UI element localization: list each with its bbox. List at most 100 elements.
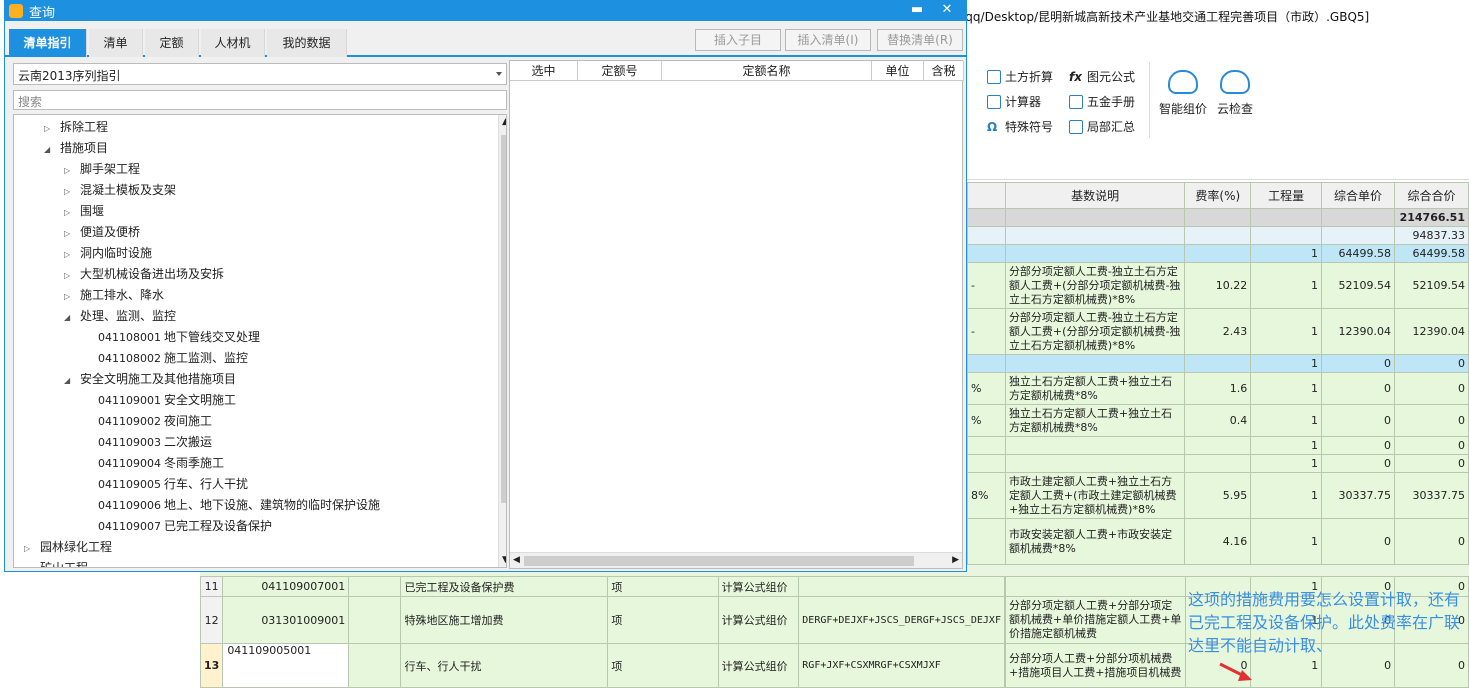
grid-cell-unit[interactable]: 0 [1321,354,1395,373]
grid-cell-desc[interactable]: 分部分项定额人工费-独立土石方定额人工费+(分部分项定额机械费-独立土石方定额机… [1004,308,1186,355]
grid-cell-desc[interactable] [1004,244,1186,263]
tree-node[interactable]: ◢ 安全文明施工及其他措施项目 [64,369,236,389]
grid-cell-desc[interactable] [1004,354,1186,373]
grid-cell-unit[interactable]: 0 [1321,454,1395,473]
expand-triangle-icon[interactable]: ▷ [64,203,74,223]
grid-cell-unit[interactable]: 0 [1321,436,1395,455]
grid-cell-rate[interactable]: 4.16 [1184,518,1252,565]
grid-row[interactable]: 100 [967,454,1469,473]
grid-cell-unit[interactable]: 0 [1321,518,1395,565]
grid-cell-desc[interactable]: 市政安装定额人工费+市政安装定额机械费*8% [1004,518,1186,565]
smart-pricing-button[interactable]: 智能组价 [1155,70,1211,117]
grid-row[interactable]: 100 [967,354,1469,373]
quota-horizontal-scrollbar[interactable]: ◀ ▶ [510,552,962,568]
grid-cell-desc[interactable] [1004,454,1186,473]
grid-cell-method[interactable]: 计算公式组价 [717,576,800,597]
ribbon-formula-button[interactable]: fx 图元公式 [1069,68,1135,85]
grid-cell-total[interactable]: 0 [1393,354,1469,373]
grid-cell-qty[interactable]: 1 [1250,262,1323,309]
grid-cell-qty[interactable] [1250,208,1323,227]
expand-triangle-icon[interactable]: ▷ [64,266,74,286]
cloud-check-button[interactable]: 云检查 [1207,70,1263,117]
tab-list[interactable]: 清单 [89,29,143,57]
ribbon-handbook-button[interactable]: 五金手册 [1069,93,1135,110]
grid-cell-rate[interactable] [1184,436,1252,455]
tree-node[interactable]: 041109001 安全文明施工 [98,390,236,410]
grid-cell-desc[interactable] [1004,436,1186,455]
collapse-triangle-icon[interactable]: ◢ [64,371,74,391]
grid-cell-total[interactable]: 214766.51 [1393,208,1469,227]
grid-cell-total[interactable]: 0 [1393,454,1469,473]
grid-cell-rate[interactable] [1184,226,1252,245]
grid-cell-name[interactable]: 特殊地区施工增加费 [400,596,609,644]
expand-triangle-icon[interactable]: ▷ [24,539,34,559]
tree-node[interactable]: ▷ 施工排水、降水 [64,285,164,305]
grid-cell-unit[interactable]: 52109.54 [1321,262,1395,309]
grid-cell-qty[interactable]: 1 [1250,308,1323,355]
grid-cell-total[interactable]: 0 [1393,518,1469,565]
expand-triangle-icon[interactable]: ▷ [64,224,74,244]
tree-node[interactable]: 041108002 施工监测、监控 [98,348,248,368]
grid-cell-unit[interactable]: 64499.58 [1321,244,1395,263]
grid-cell-total[interactable]: 52109.54 [1393,262,1469,309]
tree-node[interactable]: ▷ 洞内临时设施 [64,243,152,263]
tree-node[interactable]: ▷ 园林绿化工程 [24,537,112,557]
grid-cell-total[interactable]: 30337.75 [1393,472,1469,519]
tree-node[interactable]: 041109003 二次搬运 [98,432,212,452]
grid-cell-rate[interactable] [1184,244,1252,263]
grid-cell-total[interactable]: 94837.33 [1393,226,1469,245]
grid-cell-unit[interactable]: 0 [1321,372,1395,405]
close-icon[interactable]: ✕ [937,2,957,17]
tab-materials[interactable]: 人材机 [201,29,265,57]
tree-node[interactable]: 041108001 地下管线交叉处理 [98,327,260,347]
grid-cell-rate[interactable]: 2.43 [1184,308,1252,355]
grid-row[interactable]: % 独立土石方定额人工费+独立土石方定额机械费*8% 1.6 1 0 0 [967,372,1469,405]
grid-cell-unit[interactable]: 项 [607,576,719,597]
ribbon-calculator-button[interactable]: 计算器 [987,93,1041,110]
scrollbar-thumb-h[interactable] [524,556,914,566]
tab-my-data[interactable]: 我的数据 [267,29,347,57]
grid-cell-rate[interactable]: 1.6 [1184,372,1252,405]
tree-node[interactable]: 041109004 冬雨季施工 [98,453,224,473]
tree-node[interactable]: ▷ 围堰 [64,201,104,221]
grid-cell-total[interactable]: 0 [1393,372,1469,405]
scroll-right-icon[interactable]: ▶ [952,555,959,565]
tab-quota[interactable]: 定额 [145,29,199,57]
tree-node[interactable]: 041109007 已完工程及设备保护 [98,516,272,536]
scrollbar-thumb[interactable] [501,135,506,503]
tree-node[interactable]: ▷ 便道及便桥 [64,222,140,242]
grid-cell-qty[interactable]: 1 [1250,436,1323,455]
grid-cell-desc[interactable]: 分部分项定额人工费+分部分项定额机械费+单价措施定额人工费+单价措施定额机械费 [1005,596,1186,644]
grid-cell-unit[interactable] [1321,226,1395,245]
dialog-titlebar[interactable]: 查询 ▬ ✕ [5,1,966,21]
grid-cell-qty[interactable]: 1 [1250,354,1323,373]
insert-list-button[interactable]: 插入清单(I) [785,29,871,51]
guide-series-select[interactable]: 云南2013序列指引 [13,63,507,85]
tree-vertical-scrollbar[interactable]: ▲ ▼ [498,115,506,567]
grid-cell-qty[interactable] [1250,226,1323,245]
grid-row[interactable]: 8% 市政土建定额人工费+独立土石方定额人工费+(市政土建定额机械费+独立土石方定… [967,472,1469,519]
grid-row[interactable]: 214766.51 [967,208,1469,227]
expand-triangle-icon[interactable]: ▷ [24,560,34,567]
grid-cell-rate[interactable]: 0.4 [1184,404,1252,437]
grid-cell-formula[interactable]: RGF+JXF+CSXMRGF+CSXMJXF [798,643,1005,688]
grid-cell-code[interactable]: 041109007001 [222,576,350,597]
grid-cell-formula[interactable]: DERGF+DEJXF+JSCS_DERGF+JSCS_DEJXF [798,596,1005,644]
grid-cell-code[interactable]: 031301009001 [222,596,350,644]
grid-row[interactable]: 市政安装定额人工费+市政安装定额机械费*8% 4.16 1 0 0 [967,518,1469,565]
grid-cell-desc[interactable]: 独立土石方定额人工费+独立土石方定额机械费*8% [1004,372,1186,405]
grid-cell-desc[interactable]: 独立土石方定额人工费+独立土石方定额机械费*8% [1004,404,1186,437]
grid-cell-desc[interactable]: 分部分项定额人工费-独立土石方定额人工费+(分部分项定额机械费-独立土石方定额机… [1004,262,1186,309]
grid-cell-code[interactable]: 041109005001 [222,643,350,688]
grid-cell-rate[interactable] [1184,208,1252,227]
collapse-triangle-icon[interactable]: ◢ [64,308,74,328]
tree-node[interactable]: ▷ 拆除工程 [44,117,108,137]
expand-triangle-icon[interactable]: ▷ [64,287,74,307]
ribbon-earthwork-button[interactable]: 土方折算 [987,68,1053,85]
grid-cell-rate[interactable] [1184,454,1252,473]
grid-row[interactable]: % 独立土石方定额人工费+独立土石方定额机械费*8% 0.4 1 0 0 [967,404,1469,437]
grid-cell-qty[interactable]: 1 [1250,372,1323,405]
grid-cell-rate[interactable] [1184,354,1252,373]
grid-row[interactable]: 12 031301009001 特殊地区施工增加费项计算公式组价 DERGF+DEJX… [199,596,1005,644]
expand-triangle-icon[interactable]: ▷ [44,119,54,139]
